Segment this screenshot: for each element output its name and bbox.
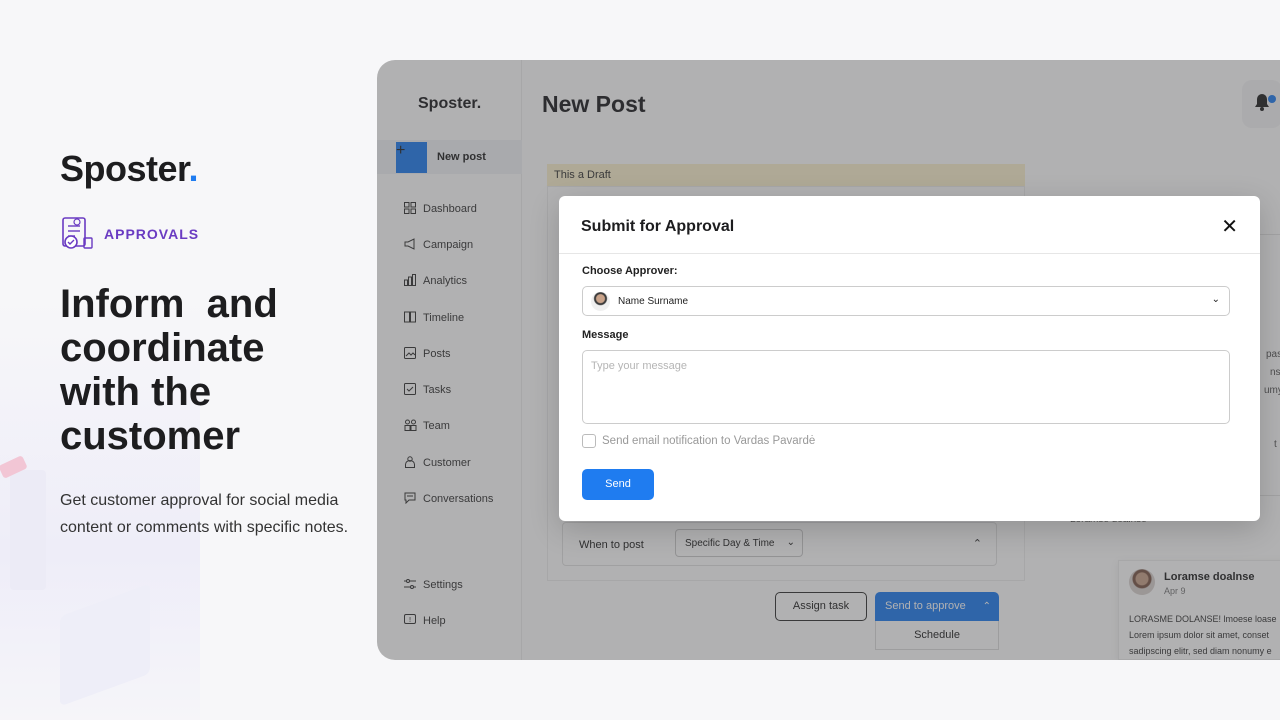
approvals-tag: APPROVALS: [60, 216, 199, 252]
headline-line: Inform and: [60, 282, 278, 326]
approval-document-icon: [60, 216, 94, 252]
notification-label: Send email notification to Vardas Pavard…: [602, 435, 816, 447]
illustration-block: [60, 583, 150, 707]
modal-header: Submit for Approval ✕: [559, 196, 1260, 254]
hero-subtext: Get customer approval for social media c…: [60, 492, 349, 536]
headline-line: with the: [60, 370, 212, 414]
modal-title: Submit for Approval: [581, 218, 735, 235]
approver-label: Choose Approver:: [582, 265, 678, 277]
headline-line: customer: [60, 414, 241, 458]
approver-select[interactable]: Name Surname ⌄: [582, 286, 1230, 316]
message-label: Message: [582, 329, 629, 341]
approvals-label: APPROVALS: [104, 226, 200, 242]
illustration-building: [10, 470, 46, 590]
hero-logo: Sposter.: [60, 148, 199, 189]
chevron-down-icon: ⌄: [1211, 294, 1220, 305]
approver-name: Name Surname: [618, 296, 689, 307]
message-field[interactable]: [582, 350, 1230, 424]
hero-headline: Inform and coordinate with the customer: [60, 282, 360, 458]
send-button[interactable]: Send: [582, 469, 654, 500]
notification-checkbox[interactable]: [582, 434, 596, 448]
submit-approval-modal: Submit for Approval ✕ Choose Approver: N…: [559, 196, 1260, 521]
email-notification-row[interactable]: Send email notification to Vardas Pavard…: [582, 434, 815, 448]
headline-line: coordinate: [60, 326, 265, 370]
avatar: [591, 292, 610, 311]
close-icon[interactable]: ✕: [1221, 214, 1238, 239]
